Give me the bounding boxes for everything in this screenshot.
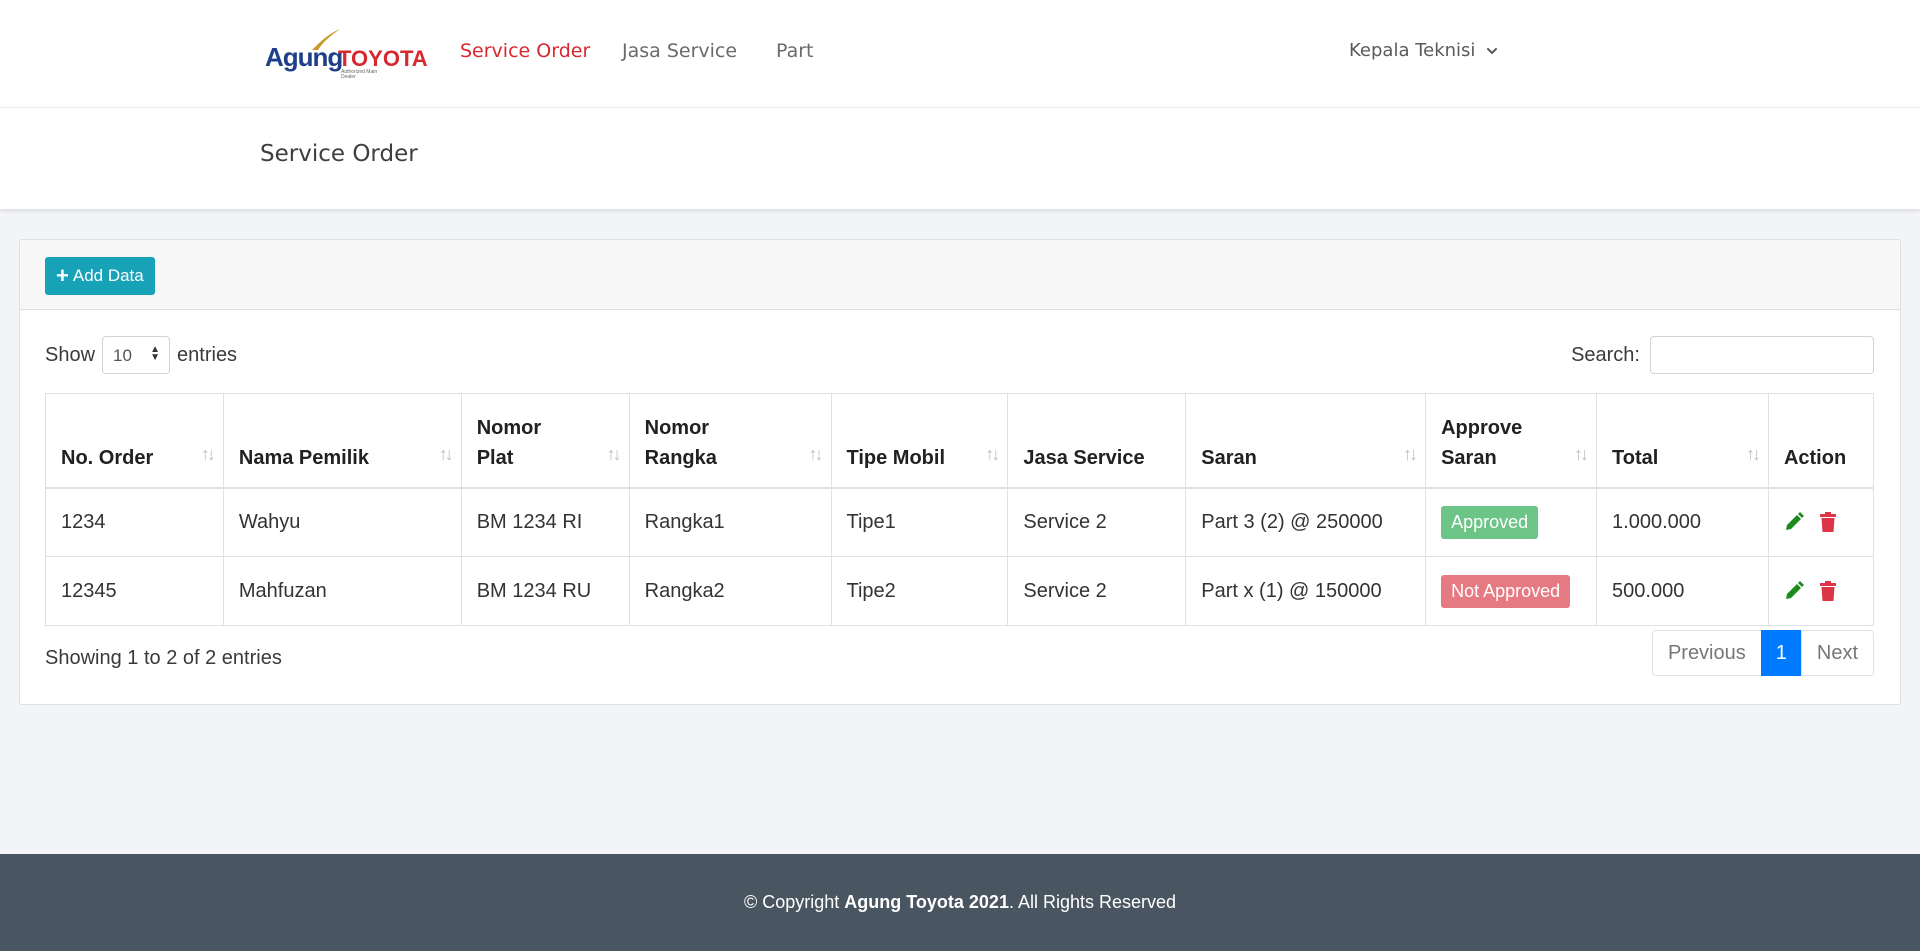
col-header-no-order[interactable]: No. Order ↑↓	[45, 393, 224, 489]
cell-action	[1767, 556, 1875, 626]
header-label-line2: Rangka	[644, 446, 717, 469]
table-row: 12345 Mahfuzan BM 1234 RU Rangka2 Tipe2 …	[45, 556, 1875, 626]
header-label: Tipe Mobil	[846, 446, 946, 469]
nav-service-order[interactable]: Service Order	[460, 40, 590, 62]
footer-prefix: © Copyright	[743, 892, 845, 912]
logo-subtitle: Authorized Main Dealer	[341, 69, 378, 80]
sort-icon: ↑↓	[808, 443, 824, 464]
header-label-line1: Nomor	[476, 416, 542, 439]
nav-part[interactable]: Part	[776, 40, 814, 62]
footer: © Copyright Agung Toyota 2021. All Right…	[0, 854, 1920, 951]
delete-trash-icon[interactable]	[1818, 512, 1838, 533]
cell-jasa-service: Service 2	[1007, 556, 1187, 626]
page-header: Service Order	[0, 108, 1920, 209]
table-search: Search:	[1571, 336, 1874, 374]
col-header-nomor-rangka[interactable]: Nomor Rangka ↑↓	[628, 393, 832, 489]
col-header-action: Action	[1767, 393, 1875, 489]
cell-nomor-rangka: Rangka1	[628, 487, 832, 557]
cell-approve-saran: Not Approved	[1425, 556, 1598, 626]
cell-saran: Part 3 (2) @ 250000	[1185, 487, 1427, 557]
col-header-approve-saran[interactable]: Approve Saran ↑↓	[1425, 393, 1598, 489]
agung-toyota-logo[interactable]: Agung TOYOTA Authorized Main Dealer	[265, 28, 428, 80]
footer-copyright: © Copyright Agung Toyota 2021. All Right…	[744, 892, 1176, 913]
header-label: Action	[1783, 446, 1847, 469]
sort-icon: ↑↓	[1745, 443, 1761, 464]
cell-total: 1.000.000	[1596, 487, 1769, 557]
edit-pencil-icon[interactable]	[1784, 581, 1804, 601]
cell-nama-pemilik: Mahfuzan	[222, 556, 462, 626]
cell-total: 500.000	[1596, 556, 1769, 626]
service-order-table: No. Order ↑↓ Nama Pemilik ↑↓ Nomor Plat ↑↓ N…	[45, 393, 1875, 626]
service-order-card: + Add Data Show 10 ▲ ▼ entries Search: No…	[19, 239, 1901, 705]
pagination: Previous 1 Next	[1651, 630, 1874, 676]
cell-jasa-service: Service 2	[1007, 487, 1187, 557]
nav-jasa-service[interactable]: Jasa Service	[622, 40, 737, 62]
cell-nomor-rangka: Rangka2	[628, 556, 832, 626]
header-label: Total	[1612, 446, 1659, 469]
top-navbar: Agung TOYOTA Authorized Main Dealer Serv…	[0, 0, 1920, 108]
sort-icon: ↑↓	[985, 443, 1000, 464]
sort-icon: ↑↓	[200, 443, 216, 464]
table-info: Showing 1 to 2 of 2 entries	[45, 647, 282, 669]
add-data-button[interactable]: + Add Data	[45, 257, 155, 295]
pagination-next[interactable]: Next	[1800, 630, 1874, 676]
cell-tipe-mobil: Tipe2	[830, 556, 1009, 626]
cell-approve-saran: Approved	[1425, 487, 1598, 557]
col-header-jasa-service: Jasa Service	[1007, 393, 1187, 489]
header-label: Nama Pemilik	[238, 446, 369, 469]
cell-nama-pemilik: Wahyu	[222, 487, 462, 557]
sort-icon: ↑↓	[1403, 443, 1418, 464]
entries-select-wrap: 10 ▲ ▼	[102, 336, 171, 374]
cell-nomor-plat: BM 1234 RI	[460, 487, 630, 557]
chevron-down-icon	[1487, 47, 1498, 54]
cell-nomor-plat: BM 1234 RU	[460, 556, 630, 626]
show-label: Show	[45, 343, 96, 366]
search-input[interactable]	[1650, 336, 1874, 374]
header-label-line2: Plat	[476, 446, 514, 469]
col-header-tipe-mobil[interactable]: Tipe Mobil ↑↓	[830, 393, 1009, 489]
user-role-label: Kepala Teknisi	[1349, 40, 1476, 61]
cell-action	[1767, 487, 1875, 557]
pagination-page-1[interactable]: 1	[1760, 630, 1802, 676]
header-label-line1: Nomor	[644, 416, 710, 439]
sort-icon: ↑↓	[438, 443, 454, 464]
cell-no-order: 1234	[45, 487, 224, 557]
add-data-label: Add Data	[72, 266, 144, 285]
status-badge-approved: Approved	[1441, 505, 1539, 539]
cell-saran: Part x (1) @ 150000	[1185, 556, 1427, 626]
status-badge-not-approved: Not Approved	[1441, 574, 1571, 608]
search-label: Search:	[1571, 343, 1640, 366]
col-header-total[interactable]: Total ↑↓	[1596, 393, 1769, 489]
col-header-saran[interactable]: Saran ↑↓	[1185, 393, 1427, 489]
cell-no-order: 12345	[45, 556, 224, 626]
col-header-nama-pemilik[interactable]: Nama Pemilik ↑↓	[222, 393, 462, 489]
cell-tipe-mobil: Tipe1	[830, 487, 1009, 557]
card-header: + Add Data	[20, 240, 1900, 310]
footer-suffix: . All Rights Reserved	[1008, 892, 1177, 912]
logo-text-agung: Agung	[265, 42, 343, 72]
entries-label: entries	[177, 343, 238, 366]
header-label-line2: Saran	[1441, 446, 1497, 469]
header-label: Jasa Service	[1023, 446, 1145, 469]
header-label-line1: Approve	[1441, 416, 1523, 439]
header-label: No. Order	[61, 446, 154, 469]
sort-icon: ↑↓	[606, 443, 622, 464]
delete-trash-icon[interactable]	[1818, 581, 1838, 601]
sort-icon: ↑↓	[1574, 443, 1589, 464]
footer-brand: Agung Toyota 2021	[844, 892, 1009, 912]
edit-pencil-icon[interactable]	[1784, 512, 1804, 532]
col-header-nomor-plat[interactable]: Nomor Plat ↑↓	[460, 393, 630, 489]
user-dropdown[interactable]: Kepala Teknisi	[1349, 40, 1499, 61]
table-header-row: No. Order ↑↓ Nama Pemilik ↑↓ Nomor Plat ↑↓ N…	[45, 393, 1875, 489]
header-label: Saran	[1201, 446, 1257, 469]
pagination-previous[interactable]: Previous	[1651, 630, 1762, 676]
plus-icon: +	[56, 263, 69, 288]
table-row: 1234 Wahyu BM 1234 RI Rangka1 Tipe1 Serv…	[45, 487, 1875, 557]
entries-select[interactable]: 10	[102, 336, 171, 374]
page-title: Service Order	[260, 141, 418, 167]
entries-length-control: Show 10 ▲ ▼ entries	[45, 336, 237, 374]
